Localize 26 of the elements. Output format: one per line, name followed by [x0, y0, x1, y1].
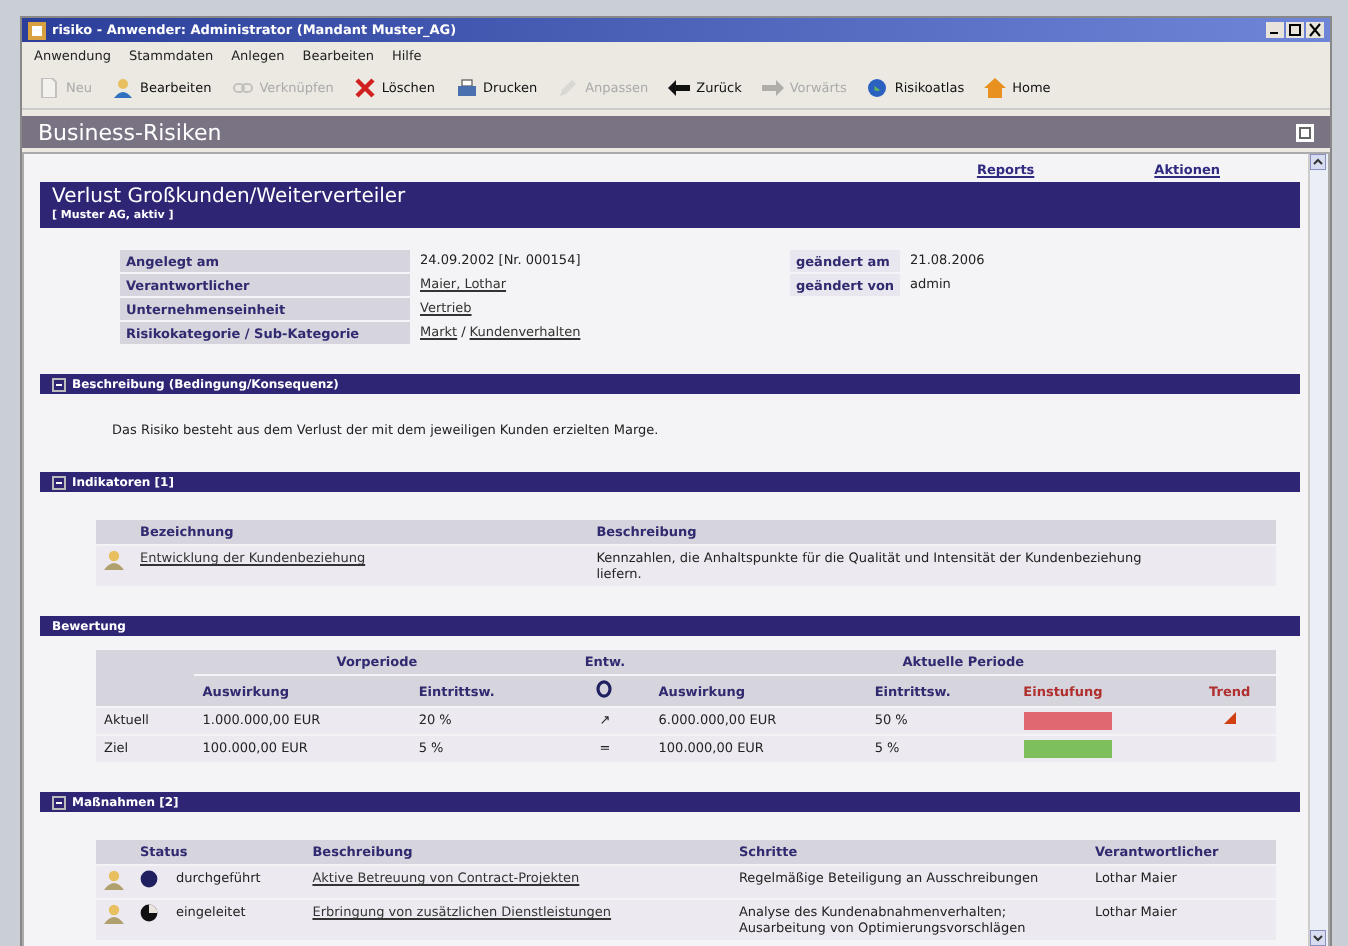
- globe-icon: [866, 78, 889, 98]
- collapse-icon[interactable]: [52, 475, 66, 489]
- scroll-up-icon[interactable]: [1310, 154, 1326, 170]
- cross-icon: [353, 78, 376, 98]
- restore-icon[interactable]: [1296, 123, 1314, 141]
- panel-title: Business-Risiken: [38, 119, 222, 145]
- collapse-icon[interactable]: [52, 795, 66, 809]
- maximize-button[interactable]: [1286, 22, 1304, 38]
- person-icon: [111, 78, 134, 98]
- person-icon: [104, 550, 124, 570]
- app-icon: [28, 21, 46, 39]
- link-icon: [231, 78, 254, 98]
- record-title: Verlust Großkunden/Weiterverteiler: [52, 186, 408, 209]
- person-icon: [104, 870, 124, 890]
- collapse-icon[interactable]: [52, 377, 66, 391]
- home-icon: [984, 78, 1007, 98]
- right-arrow-icon: [761, 78, 784, 98]
- close-button[interactable]: [1306, 22, 1324, 38]
- left-arrow-icon: [668, 78, 691, 98]
- minimize-button[interactable]: [1266, 22, 1284, 38]
- scroll-down-icon[interactable]: [1310, 930, 1326, 946]
- circle-icon: [596, 680, 613, 698]
- printer-icon: [455, 78, 478, 98]
- page-icon: [38, 78, 60, 98]
- scrollbar[interactable]: [1308, 154, 1328, 946]
- person-icon: [104, 904, 124, 924]
